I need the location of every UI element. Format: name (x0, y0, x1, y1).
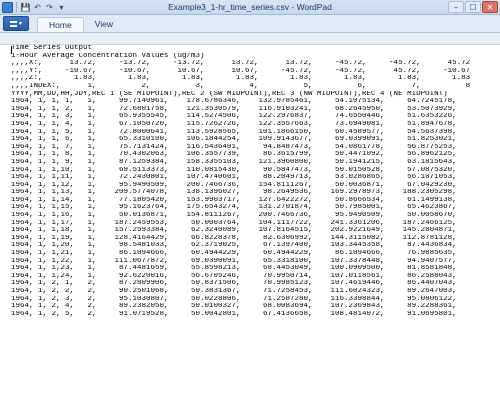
document-line: 1964, 1, 2, 4, 2, 89.2382050, 50.0100327… (11, 303, 457, 311)
minimize-button[interactable]: – (448, 1, 464, 13)
document-line: 1964, 1, 1, 1, 1, 99.7140961, 178.678634… (11, 98, 457, 106)
document-line: 1964, 1, 1,19, 1, 128.4164429, 66.822837… (11, 234, 457, 242)
document-line: 1964, 1, 1, 3, 1, 65.9355545, 114.527450… (11, 113, 457, 121)
document-area[interactable]: Time Series Output 1-Hour Average Concent… (0, 45, 500, 401)
document-line: ,,,,X:, 13.72, -13.72, -13.72, 13.72, 13… (11, 60, 471, 68)
document-line: 1964, 1, 1,16, 1, 50.0136871, 154.811126… (11, 212, 457, 220)
window-controls: – ☐ ✕ (448, 1, 498, 13)
document-line: 1964, 1, 1,14, 1, 77.1805420, 153.990371… (11, 196, 457, 204)
document-line: 1964, 1, 1,22, 1, 111.0677872, 69.039009… (11, 257, 457, 265)
ribbon-tab-bar: ▾ Home View (0, 15, 500, 33)
document-line: 1964, 1, 1, 2, 1, 72.6801758, 121.353057… (11, 105, 457, 113)
tab-home[interactable]: Home (37, 17, 84, 32)
document-line: ,,,,Z:, 1.83, 1.83, 1.83, 1.83, 1.83, 1.… (11, 75, 471, 83)
customize-toolbar-icon[interactable]: ▾ (56, 2, 67, 13)
close-button[interactable]: ✕ (482, 1, 498, 13)
document-line: ,,,,Y:, -10.67, -10.67, 10.67, 10.67, -4… (11, 67, 471, 75)
document-line: 1964, 1, 1,11, 1, 72.2430801, 107.474060… (11, 174, 457, 182)
document-line: 1964, 1, 1, 4, 1, 67.1050720, 115.726272… (11, 120, 457, 128)
wordpad-app-icon[interactable] (2, 1, 13, 13)
redo-icon[interactable]: ↷ (44, 2, 55, 13)
document-line: 1964, 1, 1,17, 1, 187.2459553, 50.000376… (11, 219, 457, 227)
document-line: 1964, 1, 1,13, 1, 209.5774078, 138.13960… (11, 189, 457, 197)
document-text[interactable]: Time Series Output 1-Hour Average Concent… (11, 45, 496, 318)
document-line: 1-Hour Average Concentration Values (ug/… (11, 52, 205, 60)
document-line: 1964, 1, 2, 3, 2, 95.1030807, 50.0228806… (11, 295, 457, 303)
menu-icon (9, 20, 17, 27)
document-line: 1964, 1, 1,18, 1, 157.2593384, 62.324008… (11, 227, 457, 235)
document-line: 1964, 1, 1, 9, 1, 87.1259384, 158.335510… (11, 158, 457, 166)
document-line: Time Series Output (11, 45, 93, 52)
document-line: 1964, 1, 1, 6, 1, 65.3310100, 106.184425… (11, 136, 457, 144)
maximize-button[interactable]: ☐ (465, 1, 481, 13)
document-line: ,,,,INDEX:, 1, 2, 3, 4, 5, 6, 7, 8 (11, 82, 471, 90)
document-line: 1964, 1, 2, 5, 2, 91.0719528, 50.0042801… (11, 310, 457, 318)
title-bar: 💾 ↶ ↷ ▾ Example3_1-hr_time_series.csv - … (0, 0, 500, 15)
document-line: 1964, 1, 1,10, 1, 69.5113373, 110.081543… (11, 166, 457, 174)
document-line: 1964, 1, 1,23, 1, 87.4481659, 55.8598213… (11, 265, 457, 273)
document-line: 1964, 1, 1, 7, 1, 75.7131424, 116.543640… (11, 143, 457, 151)
tab-view[interactable]: View (84, 17, 124, 32)
document-line: 1964, 1, 2, 2, 2, 90.2501068, 50.3831367… (11, 288, 457, 295)
document-line: 1964, 1, 1, 5, 1, 72.8000641, 113.592856… (11, 128, 457, 136)
quick-access-toolbar: 💾 ↶ ↷ ▾ (0, 0, 67, 15)
document-line: 1964, 1, 1, 8, 1, 70.4302063, 106.355773… (11, 151, 457, 159)
ruler (0, 33, 500, 45)
document-line: YYYY,MM,DD,HH,JDY,REC 1 (SE MIDPOINT),RE… (11, 90, 448, 98)
app-menu-button[interactable]: ▾ (3, 16, 29, 31)
document-line: 1964, 1, 2, 1, 2, 87.2809906, 50.8371506… (11, 280, 457, 288)
undo-icon[interactable]: ↶ (32, 2, 43, 13)
document-line: 1964, 1, 1,15, 1, 95.1623764, 175.654327… (11, 204, 457, 212)
toolbar-divider (16, 2, 17, 12)
window-title: Example3_1-hr_time_series.csv - WordPad (168, 2, 332, 12)
document-line: 1964, 1, 1,12, 1, 95.9490509, 200.746673… (11, 181, 457, 189)
document-line: 1964, 1, 1,21, 1, 86.1094666, 60.4944229… (11, 250, 457, 258)
document-line: 1964, 1, 1,24, 1, 92.6220016, 56.6705246… (11, 272, 457, 280)
chevron-down-icon: ▾ (18, 19, 22, 27)
document-line: 1964, 1, 1,20, 1, 98.5481033, 62.3719025… (11, 242, 457, 250)
save-icon[interactable]: 💾 (20, 2, 31, 13)
